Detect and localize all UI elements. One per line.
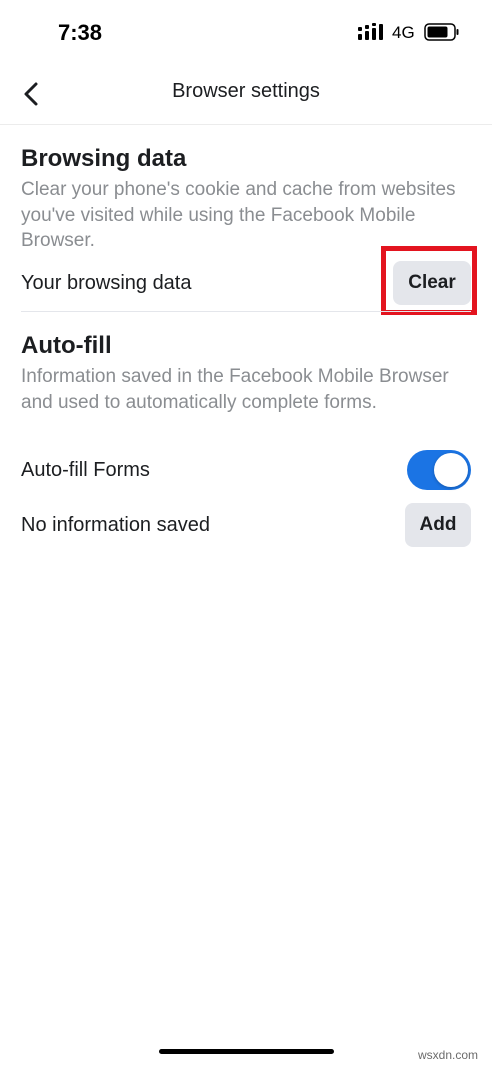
browsing-data-description: Clear your phone's cookie and cache from… — [21, 179, 456, 251]
browsing-data-label: Your browsing data — [21, 271, 192, 294]
saved-info-label: No information saved — [21, 513, 210, 536]
network-label: 4G — [392, 23, 415, 42]
browsing-data-section: Browsing data Clear your phone's cookie … — [21, 145, 471, 254]
watermark: wsxdn.com — [418, 1048, 479, 1062]
autofill-forms-row: Auto-fill Forms — [21, 449, 471, 491]
section-divider — [21, 311, 471, 312]
saved-info-row: No information saved Add — [21, 503, 471, 547]
status-bar: 7:38 4G — [0, 0, 492, 66]
autofill-description: Information saved in the Facebook Mobile… — [21, 366, 449, 413]
autofill-section: Auto-fill Information saved in the Faceb… — [21, 332, 471, 415]
battery-icon — [424, 23, 459, 41]
browsing-data-heading: Browsing data — [21, 145, 187, 172]
highlight-box — [381, 246, 477, 315]
signal-bars-icon — [358, 23, 383, 40]
autofill-forms-label: Auto-fill Forms — [21, 458, 150, 481]
status-time: 7:38 — [58, 20, 103, 45]
nav-bar: Browser settings — [0, 66, 492, 125]
autofill-heading: Auto-fill — [21, 332, 112, 359]
add-button[interactable]: Add — [405, 503, 471, 547]
home-indicator[interactable] — [159, 1049, 334, 1054]
page-title: Browser settings — [172, 80, 320, 102]
autofill-forms-toggle[interactable] — [407, 450, 471, 490]
toggle-knob — [434, 453, 468, 487]
